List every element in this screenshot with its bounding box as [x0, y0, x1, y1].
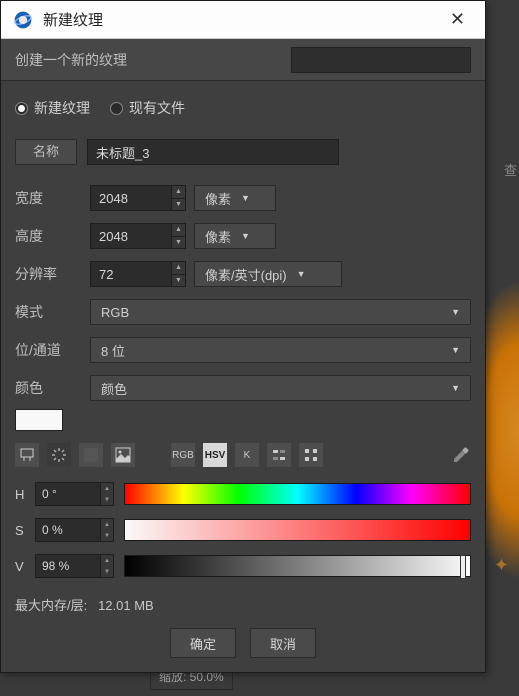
dialog-title: 新建纹理 — [43, 9, 442, 30]
resolution-unit-text: 像素/英寸(dpi) — [205, 265, 287, 284]
memory-label: 最大内存/层: — [15, 598, 87, 613]
color-select[interactable]: 颜色▼ — [90, 375, 471, 401]
color-swatch[interactable] — [15, 409, 63, 431]
width-unit-select[interactable]: 像素▼ — [194, 185, 276, 211]
saturation-label: S — [15, 523, 35, 538]
app-logo-icon — [13, 10, 33, 30]
mode-select[interactable]: RGB▼ — [90, 299, 471, 325]
value-slider[interactable] — [124, 555, 471, 577]
saturation-input[interactable] — [35, 518, 101, 542]
name-label: 名称 — [15, 139, 77, 165]
picker-mode-icon[interactable] — [15, 443, 39, 467]
titlebar: 新建纹理 ✕ — [1, 1, 485, 39]
height-unit-text: 像素 — [205, 227, 231, 246]
memory-row: 最大内存/层: 12.01 MB — [15, 595, 471, 614]
subtitle-row: 创建一个新的纹理 — [1, 39, 485, 81]
name-input[interactable] — [87, 139, 339, 165]
value-spinner[interactable]: ▲▼ — [101, 554, 114, 578]
width-spinner[interactable]: ▲▼ — [172, 185, 186, 211]
mode-value: RGB — [101, 305, 129, 320]
sliders-icon[interactable] — [267, 443, 291, 467]
value-slider-handle[interactable] — [460, 555, 466, 579]
resolution-spinner[interactable]: ▲▼ — [172, 261, 186, 287]
height-input[interactable] — [90, 223, 172, 249]
bits-value: 8 位 — [101, 341, 125, 360]
color-value: 颜色 — [101, 379, 127, 398]
hue-spinner[interactable]: ▲▼ — [101, 482, 114, 506]
memory-value: 12.01 MB — [98, 598, 154, 613]
radio-new-label: 新建纹理 — [34, 98, 90, 118]
resolution-unit-select[interactable]: 像素/英寸(dpi)▼ — [194, 261, 342, 287]
grid-swatches-icon[interactable] — [299, 443, 323, 467]
radio-existing-label: 现有文件 — [129, 98, 185, 118]
eyedropper-icon[interactable] — [451, 445, 471, 465]
new-texture-dialog: 新建纹理 ✕ 创建一个新的纹理 新建纹理 现有文件 名称 宽度 ▲▼ 像素▼ 高… — [0, 0, 486, 673]
ok-button[interactable]: 确定 — [170, 628, 236, 658]
value-input[interactable] — [35, 554, 101, 578]
preview-box — [291, 47, 471, 73]
bits-label: 位/通道 — [15, 340, 90, 360]
image-icon[interactable] — [111, 443, 135, 467]
radio-existing-file[interactable] — [110, 102, 123, 115]
width-input[interactable] — [90, 185, 172, 211]
height-label: 高度 — [15, 226, 90, 246]
width-label: 宽度 — [15, 188, 90, 208]
hue-label: H — [15, 487, 35, 502]
saturation-spinner[interactable]: ▲▼ — [101, 518, 114, 542]
k-mode-button[interactable]: K — [235, 443, 259, 467]
solid-swatch-icon[interactable] — [79, 443, 103, 467]
height-spinner[interactable]: ▲▼ — [172, 223, 186, 249]
loading-icon[interactable] — [47, 443, 71, 467]
value-label: V — [15, 559, 35, 574]
height-unit-select[interactable]: 像素▼ — [194, 223, 276, 249]
radio-new-texture[interactable] — [15, 102, 28, 115]
hue-input[interactable] — [35, 482, 101, 506]
saturation-slider[interactable] — [124, 519, 471, 541]
bg-text: 查 — [504, 160, 517, 179]
hsv-mode-button[interactable]: HSV — [203, 443, 227, 467]
resolution-label: 分辨率 — [15, 264, 90, 284]
color-label: 颜色 — [15, 378, 90, 398]
bits-select[interactable]: 8 位▼ — [90, 337, 471, 363]
close-icon[interactable]: ✕ — [442, 5, 473, 34]
mode-label: 模式 — [15, 302, 90, 322]
subtitle-text: 创建一个新的纹理 — [15, 50, 291, 70]
width-unit-text: 像素 — [205, 189, 231, 208]
resolution-input[interactable] — [90, 261, 172, 287]
cancel-button[interactable]: 取消 — [250, 628, 316, 658]
rgb-mode-button[interactable]: RGB — [171, 443, 195, 467]
hue-slider[interactable] — [124, 483, 471, 505]
